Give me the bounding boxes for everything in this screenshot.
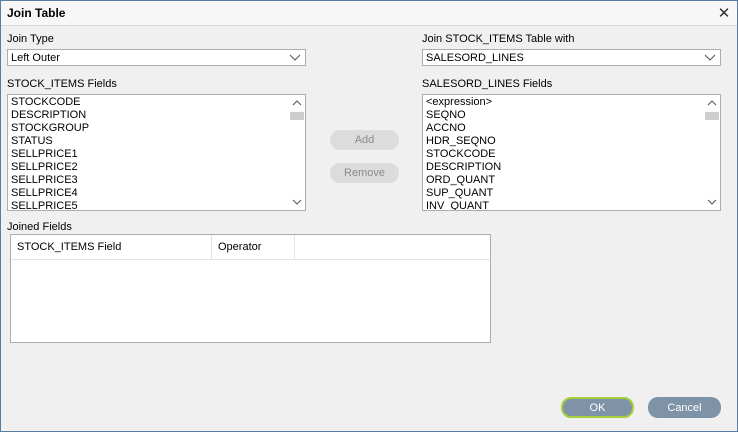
column-header-stock-items-field[interactable]: STOCK_ITEMS Field <box>11 235 212 259</box>
remove-button[interactable]: Remove <box>330 163 399 183</box>
left-list-scrollbar[interactable] <box>289 95 305 210</box>
list-item[interactable]: SELLPRICE1 <box>11 148 89 161</box>
join-type-value: Left Outer <box>11 52 60 64</box>
right-fields-items: <expression> SEQNO ACCNO HDR_SEQNO STOCK… <box>426 96 501 210</box>
list-item[interactable]: SELLPRICE4 <box>11 187 89 200</box>
list-item[interactable]: SUP_QUANT <box>426 187 501 200</box>
list-item[interactable]: STOCKCODE <box>426 148 501 161</box>
right-list-scrollbar[interactable] <box>704 95 720 210</box>
joined-fields-label: Joined Fields <box>7 221 72 233</box>
add-button[interactable]: Add <box>330 130 399 150</box>
list-item[interactable]: ACCNO <box>426 122 501 135</box>
join-type-select[interactable]: Left Outer <box>7 49 306 66</box>
scrollbar-thumb[interactable] <box>705 112 719 120</box>
left-fields-label: STOCK_ITEMS Fields <box>7 78 117 90</box>
right-fields-label: SALESORD_LINES Fields <box>422 78 553 90</box>
list-item[interactable]: SELLPRICE2 <box>11 161 89 174</box>
chevron-up-icon[interactable] <box>704 96 720 110</box>
list-item[interactable]: STATUS <box>11 135 89 148</box>
join-with-label: Join STOCK_ITEMS Table with <box>422 33 575 45</box>
close-icon[interactable]: ✕ <box>715 4 733 22</box>
list-item[interactable]: ORD_QUANT <box>426 174 501 187</box>
ok-button[interactable]: OK <box>561 397 634 418</box>
chevron-up-icon[interactable] <box>289 96 305 110</box>
right-fields-list[interactable]: <expression> SEQNO ACCNO HDR_SEQNO STOCK… <box>422 94 721 211</box>
joined-fields-grid[interactable]: STOCK_ITEMS Field Operator <box>10 234 491 343</box>
chevron-down-icon[interactable] <box>704 195 720 209</box>
left-fields-items: STOCKCODE DESCRIPTION STOCKGROUP STATUS … <box>11 96 89 210</box>
list-item[interactable]: SEQNO <box>426 109 501 122</box>
list-item[interactable]: SELLPRICE3 <box>11 174 89 187</box>
list-item[interactable]: <expression> <box>426 96 501 109</box>
left-fields-list[interactable]: STOCKCODE DESCRIPTION STOCKGROUP STATUS … <box>7 94 306 211</box>
join-table-dialog: Join Table ✕ Join Type Left Outer Join S… <box>0 0 738 432</box>
list-item[interactable]: INV_QUANT <box>426 200 501 210</box>
joined-fields-header: STOCK_ITEMS Field Operator <box>11 235 490 260</box>
column-header-operator[interactable]: Operator <box>212 235 295 259</box>
list-item[interactable]: STOCKCODE <box>11 96 89 109</box>
join-type-label: Join Type <box>7 33 54 45</box>
chevron-down-icon <box>704 54 716 61</box>
dialog-title: Join Table <box>7 6 66 20</box>
title-bar: Join Table ✕ <box>1 1 737 26</box>
join-with-select[interactable]: SALESORD_LINES <box>422 49 721 66</box>
cancel-button[interactable]: Cancel <box>648 397 721 418</box>
list-item[interactable]: HDR_SEQNO <box>426 135 501 148</box>
chevron-down-icon[interactable] <box>289 195 305 209</box>
list-item[interactable]: DESCRIPTION <box>426 161 501 174</box>
scrollbar-thumb[interactable] <box>290 112 304 120</box>
list-item[interactable]: STOCKGROUP <box>11 122 89 135</box>
list-item[interactable]: SELLPRICE5 <box>11 200 89 210</box>
list-item[interactable]: DESCRIPTION <box>11 109 89 122</box>
join-with-value: SALESORD_LINES <box>426 52 524 64</box>
chevron-down-icon <box>289 54 301 61</box>
